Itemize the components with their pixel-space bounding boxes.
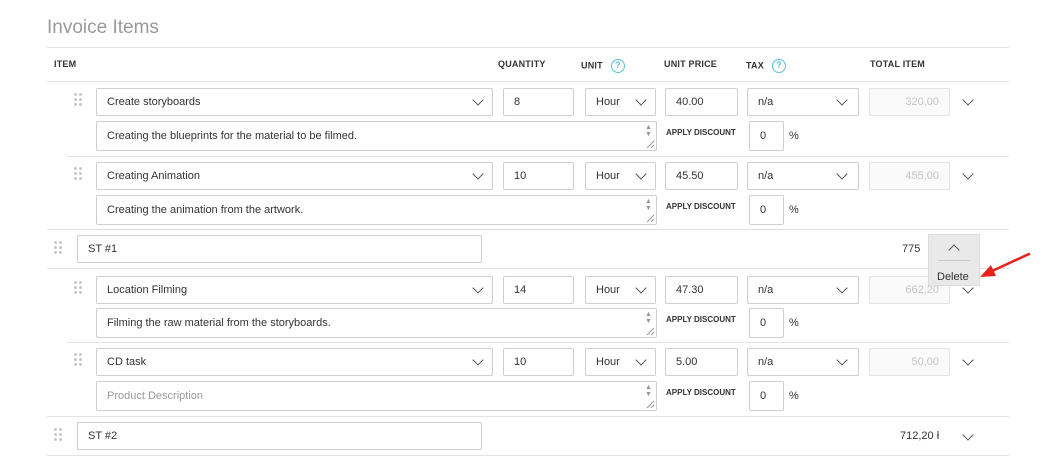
chevron-up-icon[interactable]	[948, 244, 960, 256]
column-header-unit-price: UNIT PRICE	[664, 59, 718, 69]
percent-sign: %	[789, 390, 799, 402]
description-textarea[interactable]: Filming the raw material from the storyb…	[96, 308, 657, 338]
unit-price-input[interactable]: 47.30	[665, 276, 738, 304]
unit-value: Hour	[596, 284, 620, 296]
row-options-chevron-icon[interactable]	[962, 94, 974, 106]
quantity-input[interactable]: 8	[503, 88, 574, 116]
unit-select[interactable]: Hour	[585, 162, 656, 190]
subtotal-name-input[interactable]: ST #2	[77, 422, 482, 450]
quantity-input[interactable]: 10	[503, 162, 574, 190]
description-textarea[interactable]: Product Description	[96, 381, 657, 411]
unit-price-input[interactable]: 5.00	[665, 348, 738, 376]
row-options-chevron-icon[interactable]	[962, 429, 974, 441]
header-top-divider	[47, 47, 1009, 48]
apply-discount-label: APPLY DISCOUNT	[666, 315, 736, 324]
apply-discount-label: APPLY DISCOUNT	[666, 128, 736, 137]
column-header-tax: TAX?	[746, 59, 786, 73]
tax-help-icon[interactable]: ?	[771, 59, 786, 73]
drag-handle-icon[interactable]	[74, 93, 84, 109]
tax-value: n/a	[758, 356, 774, 368]
annotation-arrow-icon	[980, 252, 1031, 277]
column-header-unit: UNIT?	[581, 59, 625, 73]
item-name-value: Location Filming	[107, 284, 188, 296]
subtotal-amount: 775	[902, 243, 921, 255]
unit-select[interactable]: Hour	[585, 276, 656, 304]
row-divider	[47, 229, 1009, 230]
percent-sign: %	[789, 317, 799, 329]
total-item-value: 320,00	[869, 88, 950, 116]
header-bottom-divider	[47, 81, 1009, 82]
discount-input[interactable]: 0	[749, 195, 784, 225]
percent-sign: %	[789, 204, 799, 216]
item-name-select[interactable]: CD task	[96, 348, 493, 376]
textarea-resize-icon[interactable]	[645, 307, 655, 337]
discount-input[interactable]: 0	[749, 308, 784, 338]
unit-value: Hour	[596, 356, 620, 368]
drag-handle-icon[interactable]	[74, 167, 84, 183]
menu-divider	[938, 260, 970, 261]
unit-price-input[interactable]: 45.50	[665, 162, 738, 190]
total-item-value: 50,00	[869, 348, 950, 376]
tax-label: TAX	[746, 60, 764, 71]
row-divider	[47, 268, 1009, 269]
item-name-value: Creating Animation	[107, 170, 200, 182]
tax-value: n/a	[758, 284, 774, 296]
unit-select[interactable]: Hour	[585, 88, 656, 116]
subtotal-name-input[interactable]: ST #1	[77, 235, 482, 263]
drag-handle-icon[interactable]	[74, 353, 84, 369]
column-header-quantity: QUANTITY	[498, 59, 546, 69]
description-textarea[interactable]: Creating the animation from the artwork.	[96, 195, 657, 225]
section-title: Invoice Items	[47, 17, 159, 38]
apply-discount-label: APPLY DISCOUNT	[666, 202, 736, 211]
discount-input[interactable]: 0	[749, 381, 784, 411]
column-header-total-item: TOTAL ITEM	[870, 59, 925, 69]
row-divider	[47, 416, 1009, 417]
row-divider	[47, 455, 1009, 456]
quantity-input[interactable]: 14	[503, 276, 574, 304]
row-divider	[67, 342, 1009, 343]
item-name-value: Create storyboards	[107, 96, 201, 108]
drag-handle-icon[interactable]	[74, 281, 84, 297]
textarea-resize-icon[interactable]	[645, 380, 655, 410]
textarea-resize-icon[interactable]	[645, 194, 655, 224]
item-name-select[interactable]: Creating Animation	[96, 162, 493, 190]
item-name-value: CD task	[107, 356, 147, 368]
apply-discount-label: APPLY DISCOUNT	[666, 388, 736, 397]
row-options-chevron-icon[interactable]	[962, 168, 974, 180]
discount-input[interactable]: 0	[749, 121, 784, 151]
textarea-resize-icon[interactable]	[645, 120, 655, 150]
drag-handle-icon[interactable]	[54, 241, 64, 257]
delete-menu-item[interactable]: Delete	[937, 271, 969, 283]
description-textarea[interactable]: Creating the blueprints for the material…	[96, 121, 657, 151]
total-item-value: 455,00	[869, 162, 950, 190]
tax-value: n/a	[758, 170, 774, 182]
quantity-input[interactable]: 10	[503, 348, 574, 376]
tax-value: n/a	[758, 96, 774, 108]
unit-select[interactable]: Hour	[585, 348, 656, 376]
row-options-chevron-icon[interactable]	[962, 354, 974, 366]
unit-price-input[interactable]: 40.00	[665, 88, 738, 116]
unit-value: Hour	[596, 170, 620, 182]
row-options-menu: Delete	[928, 234, 980, 286]
item-name-select[interactable]: Location Filming	[96, 276, 493, 304]
unit-label: UNIT	[581, 60, 603, 71]
item-name-select[interactable]: Create storyboards	[96, 88, 493, 116]
subtotal-amount: 712,20 ł	[900, 430, 940, 442]
unit-help-icon[interactable]: ?	[610, 59, 625, 73]
percent-sign: %	[789, 130, 799, 142]
row-divider	[67, 156, 1009, 157]
column-header-item: ITEM	[54, 59, 77, 69]
drag-handle-icon[interactable]	[54, 428, 64, 444]
unit-value: Hour	[596, 96, 620, 108]
